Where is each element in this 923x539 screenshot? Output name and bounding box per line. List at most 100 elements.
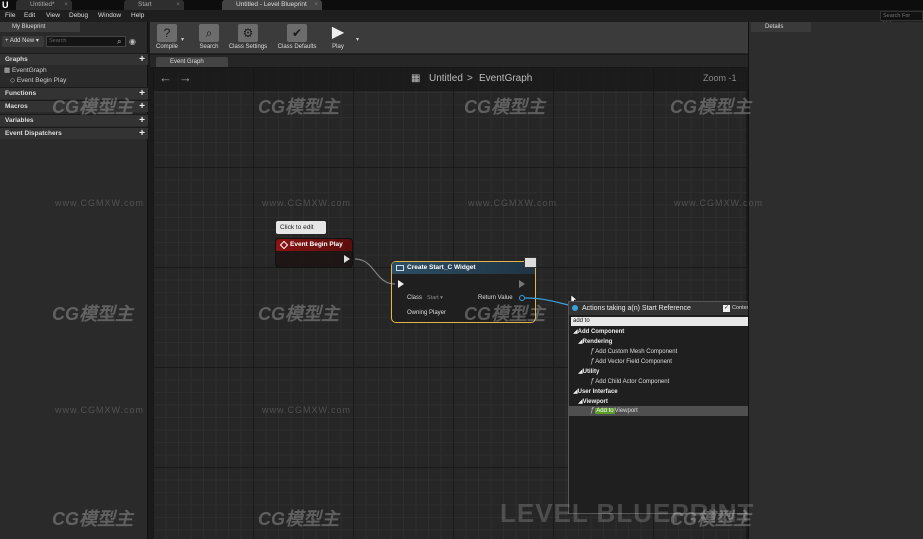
doc-tab-untitled[interactable]: Untitled* ×	[16, 0, 72, 10]
compile-options-icon[interactable]: ▾	[181, 36, 184, 43]
event-begin-play-node[interactable]: Event Begin Play	[275, 238, 353, 268]
binoculars-icon: ⌕	[199, 24, 219, 42]
add-event-dispatcher-icon[interactable]: +	[139, 128, 145, 139]
play-icon: ▶	[331, 24, 345, 41]
doc-tab-level-blueprint[interactable]: Untitled - Level Blueprint ×	[222, 0, 322, 10]
search-button[interactable]: ⌕ Search	[196, 23, 222, 53]
add-graph-icon[interactable]: +	[139, 54, 145, 65]
watermark-url: www.CGMXW.com	[674, 198, 764, 208]
eye-icon[interactable]: ◉	[129, 36, 136, 47]
section-label: Macros	[5, 103, 28, 110]
action-label: Viewport	[614, 408, 638, 414]
breadcrumb-leaf[interactable]: EventGraph	[479, 72, 532, 86]
action-menu-title: Actions taking a(n) Start Reference	[582, 305, 691, 312]
context-sensitive-checkbox[interactable]: ✓	[723, 305, 730, 312]
forward-arrow-icon[interactable]: →	[179, 71, 192, 85]
watermark-url: www.CGMXW.com	[262, 405, 352, 415]
class-defaults-button[interactable]: ✔ Class Defaults	[274, 23, 320, 53]
watermark-brand: CG模型主	[464, 304, 545, 324]
add-macro-icon[interactable]: +	[139, 101, 145, 112]
graph-header: ← → ▦ Untitled > EventGraph Zoom -1	[153, 67, 746, 91]
section-event-dispatchers[interactable]: Event Dispatchers +	[0, 127, 148, 139]
watermark-brand: CG模型主	[258, 97, 339, 117]
help-search-input[interactable]: Search For Help	[880, 11, 923, 27]
watermark-brand: CG模型主	[258, 509, 339, 529]
action-label: Add Custom Mesh Component	[595, 349, 678, 355]
section-label: Graphs	[5, 56, 28, 63]
category-label: Add Component	[577, 329, 625, 335]
section-label: Variables	[5, 117, 34, 124]
tab-label: Event Graph	[170, 59, 204, 65]
close-icon[interactable]: ×	[176, 0, 180, 10]
menu-debug[interactable]: Debug	[69, 10, 88, 22]
details-tab[interactable]: Details	[751, 22, 811, 32]
event-diamond-icon	[279, 240, 289, 250]
close-icon[interactable]: ×	[64, 0, 68, 10]
click-to-edit-tooltip: Click to edit	[276, 221, 326, 234]
menu-edit[interactable]: Edit	[24, 10, 35, 22]
compile-button[interactable]: ? Compile	[153, 23, 181, 53]
watermark-brand: CG模型主	[258, 304, 339, 324]
class-select[interactable]: Start ▾	[427, 294, 443, 302]
section-graphs[interactable]: Graphs +	[0, 53, 148, 65]
function-icon: f	[591, 407, 594, 414]
menu-file[interactable]: File	[5, 10, 15, 22]
category-label: Viewport	[582, 399, 608, 405]
watermark-brand: CG模型主	[52, 509, 133, 529]
section-label: Event Dispatchers	[5, 130, 62, 137]
menu-view[interactable]: View	[46, 10, 60, 22]
doc-tab-start[interactable]: Start ×	[124, 0, 184, 10]
menu-help[interactable]: Help	[131, 10, 144, 22]
watermark-brand: CG模型主	[52, 304, 133, 324]
search-match-highlight: Add to	[595, 408, 615, 414]
blueprint-search-input[interactable]: Search	[46, 36, 126, 47]
unreal-logo-icon: U	[2, 0, 9, 10]
checklist-icon: ✔	[287, 24, 307, 42]
breadcrumb-separator: >	[467, 73, 473, 84]
play-button[interactable]: ▶ Play	[324, 23, 352, 53]
close-icon[interactable]: ×	[314, 0, 318, 10]
watermark-url: www.CGMXW.com	[55, 198, 145, 208]
level-blueprint-watermark: LEVEL BLUEPRINT	[500, 498, 755, 528]
watermark-url: www.CGMXW.com	[262, 198, 352, 208]
menu-window[interactable]: Window	[98, 10, 121, 22]
doc-tab-label: Untitled - Level Blueprint	[236, 1, 307, 8]
add-function-icon[interactable]: +	[139, 88, 145, 99]
my-blueprint-tab[interactable]: My Blueprint	[0, 22, 80, 32]
tree-item-label: Event Begin Play	[16, 77, 67, 84]
details-panel: Details	[748, 22, 923, 539]
back-arrow-icon[interactable]: ←	[159, 71, 172, 85]
watermark-brand: CG模型主	[52, 97, 133, 117]
function-icon: f	[591, 348, 594, 355]
node-title: Event Begin Play	[290, 241, 343, 248]
breadcrumb-root[interactable]: Untitled	[429, 72, 463, 86]
category-label: Utility	[582, 369, 600, 375]
tree-item-event-graph[interactable]: ▦ EventGraph	[4, 66, 47, 75]
function-icon: f	[591, 358, 594, 365]
tree-item-event-begin-play[interactable]: ◇ Event Begin Play	[10, 76, 66, 85]
action-label: Add Vector Field Component	[595, 359, 672, 365]
class-settings-button[interactable]: ⚙ Class Settings	[227, 23, 269, 53]
exec-in-pin[interactable]	[398, 280, 404, 288]
search-label: Search	[199, 44, 219, 50]
tab-event-graph[interactable]: Event Graph	[156, 57, 228, 67]
exec-out-pin[interactable]	[344, 255, 350, 263]
graph-icon: ▦	[4, 67, 12, 74]
play-options-icon[interactable]: ▾	[356, 36, 359, 43]
watermark-brand: CG模型主	[464, 97, 545, 117]
category-label: User Interface	[577, 389, 618, 395]
search-icon[interactable]: ⌕	[117, 37, 121, 46]
watermark-brand: CG模型主	[670, 97, 751, 117]
widget-corner-icon	[524, 257, 537, 268]
doc-tab-label: Start	[138, 1, 152, 8]
object-pin-icon	[572, 305, 578, 311]
exec-out-pin[interactable]	[519, 280, 525, 288]
node-title: Create Start_C Widget	[407, 264, 476, 271]
section-label: Functions	[5, 90, 37, 97]
node-header: Create Start_C Widget	[392, 262, 535, 274]
add-new-button[interactable]: + Add New ▾	[2, 36, 44, 47]
category-label: Rendering	[582, 339, 613, 345]
class-defaults-label: Class Defaults	[277, 44, 317, 50]
menu-bar: File Edit View Debug Window Help Search …	[0, 10, 923, 27]
add-variable-icon[interactable]: +	[139, 115, 145, 126]
